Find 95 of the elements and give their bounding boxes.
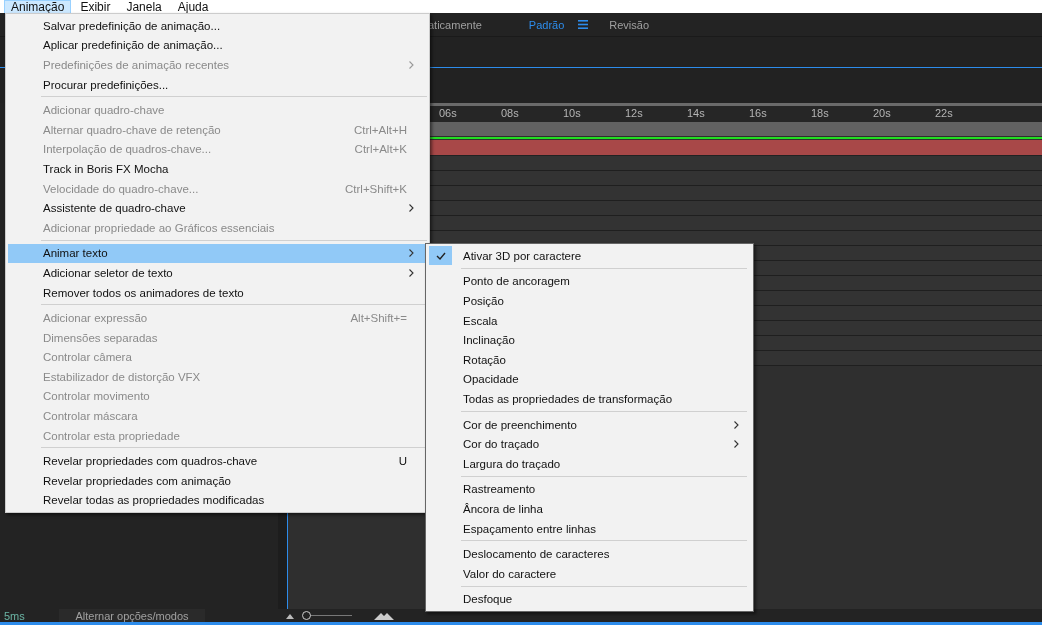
menu-item[interactable]: Posição [428, 291, 751, 311]
menu-item-label: Aplicar predefinição de animação... [43, 39, 223, 52]
menu-item[interactable]: Cor de preenchimento [428, 414, 751, 435]
menu-item-label: Opacidade [463, 373, 519, 386]
menu-item-label: Escala [463, 314, 498, 327]
menu-bar-item[interactable]: Animação [4, 0, 72, 14]
menu-item-label: Desfoque [463, 593, 513, 606]
menu-bar-item[interactable]: Janela [119, 0, 169, 14]
menu-item-label: Revelar propriedades com animação [43, 474, 231, 487]
menu-item-label: Adicionar expressão [43, 312, 148, 325]
menu-item[interactable]: Desfoque [428, 589, 751, 610]
menu-item[interactable]: Deslocamento de caracteres [428, 544, 751, 564]
menu-item-label: Predefinições de animação recentes [43, 59, 230, 71]
menu-item-label: Adicionar propriedade ao Gráficos essenciais [43, 221, 275, 234]
menu-item[interactable]: Escala [428, 310, 751, 331]
menu-item[interactable]: Rotação [428, 349, 751, 370]
menu-item-label: Procurar predefinições... [43, 78, 169, 91]
menu-item-label: Interpolação de quadros-chave... [43, 143, 212, 156]
shortcut-text: Alt+Shift+= [350, 312, 407, 325]
shortcut-text: Ctrl+Alt+K [354, 143, 407, 156]
time-label: 20s [873, 106, 892, 121]
menu-item[interactable]: Todas as propriedades de transformação [428, 389, 751, 409]
menu-item[interactable]: Espaçamento entre linhas [428, 518, 751, 539]
menu-item-label: Adicionar seletor de texto [43, 266, 173, 279]
menu-item[interactable]: Animar texto [8, 243, 427, 264]
menu-item-label: Âncora de linha [463, 502, 543, 515]
menu-bar-item[interactable]: Ajuda [170, 0, 216, 14]
menu-item-label: Adicionar quadro-chave [43, 104, 165, 117]
menu-item[interactable]: Ativar 3D por caractere [428, 246, 751, 266]
menu-item[interactable]: Salvar predefinição de animação... [8, 16, 427, 36]
workspace-tab[interactable]: aticamente [428, 18, 482, 31]
zoom-in-icon[interactable] [374, 611, 394, 620]
time-label: 18s [811, 106, 830, 121]
render-time: 5ms [4, 609, 26, 622]
menu-item[interactable]: Ponto de ancoragem [428, 271, 751, 292]
menu-item-label: Todas as propriedades de transformação [463, 392, 673, 405]
toggle-button[interactable]: Alternar opções/modos [59, 609, 205, 622]
menu-item[interactable]: Cor do traçado [428, 434, 751, 454]
menu-item-label: Remover todos os animadores de texto [43, 286, 244, 299]
menu-item[interactable]: Inclinação [428, 330, 751, 350]
menu-item[interactable]: Revelar propriedades com animação [8, 471, 427, 491]
menu-item[interactable]: Âncora de linha [428, 499, 751, 519]
menu-item[interactable]: Opacidade [428, 369, 751, 390]
menu-item-label: Controlar máscara [43, 410, 138, 423]
workspace-tab[interactable]: Padrão [528, 18, 565, 31]
menu-bar-item[interactable]: Exibir [73, 0, 118, 14]
time-label: 10s [563, 106, 582, 121]
menu-item[interactable]: Assistente de quadro-chave [8, 198, 427, 218]
menu-item-label: Espaçamento entre linhas [463, 522, 596, 535]
menu-item-label: Estabilizador de distorção VFX [43, 370, 201, 383]
menu-item[interactable]: Largura do traçado [428, 453, 751, 474]
menu-item[interactable]: Aplicar predefinição de animação... [8, 35, 427, 56]
menu-item[interactable]: Revelar propriedades com quadros-chave U [8, 451, 427, 472]
menu-item[interactable]: Track in Boris FX Mocha [8, 159, 427, 179]
menu-item-label: Alternar quadro-chave de retenção [43, 123, 221, 136]
menu-item-label: Velocidade do quadro-chave... [43, 182, 199, 195]
menu-icon[interactable] [578, 20, 589, 29]
menu-item-label: Largura do traçado [463, 457, 561, 470]
menu-item-label: Deslocamento de caracteres [463, 548, 610, 561]
menu-item[interactable]: Revelar todas as propriedades modificadas [8, 490, 427, 511]
menu-item-label: Track in Boris FX Mocha [43, 162, 169, 175]
menu-item-label: Posição [463, 295, 504, 307]
menu-item[interactable]: Procurar predefinições... [8, 74, 427, 95]
time-label: 12s [625, 106, 644, 121]
menu-item-label: Controlar esta propriedade [43, 429, 180, 442]
menu-item[interactable]: Adicionar seletor de texto [8, 263, 427, 283]
workspace-tab[interactable]: Revisão [609, 18, 650, 31]
shortcut-text: U [398, 455, 407, 468]
shortcut-text: Ctrl+Shift+K [345, 182, 407, 195]
time-label: 06s [439, 106, 458, 121]
menu-item-label: Ativar 3D por caractere [463, 249, 582, 262]
menu-item-label: Rotação [463, 353, 506, 366]
zoom-out-icon[interactable] [284, 612, 296, 619]
menu-item-label: Cor de preenchimento [463, 418, 577, 431]
menu-item-label: Assistente de quadro-chave [43, 202, 186, 215]
menu-item[interactable]: Valor do caractere [428, 563, 751, 584]
time-label: 14s [687, 106, 706, 121]
time-label: 22s [935, 106, 954, 121]
time-label: 08s [501, 106, 520, 121]
menu-item-label: Controlar câmera [43, 351, 132, 364]
menu-item-label: Controlar movimento [43, 390, 150, 403]
menu-item-label: Cor do traçado [463, 438, 540, 451]
menu-item-label: Valor do caractere [463, 567, 557, 580]
menu-item-label: Revelar todas as propriedades modificadas [43, 494, 265, 507]
menu-item-label: Dimensões separadas [43, 331, 158, 344]
menu-item-label: Animar texto [43, 247, 108, 260]
menu-item-label: Inclinação [463, 334, 515, 347]
menu-item[interactable]: Rastreamento [428, 479, 751, 500]
menu-item-label: Rastreamento [463, 483, 536, 496]
shortcut-text: Ctrl+Alt+H [353, 123, 407, 136]
menu-item-label: Ponto de ancoragem [463, 275, 570, 288]
menu-item-label: Salvar predefinição de animação... [43, 19, 221, 32]
menu-item[interactable]: Remover todos os animadores de texto [8, 282, 427, 303]
time-label: 16s [749, 106, 768, 121]
menu-item-label: Revelar propriedades com quadros-chave [43, 455, 258, 468]
